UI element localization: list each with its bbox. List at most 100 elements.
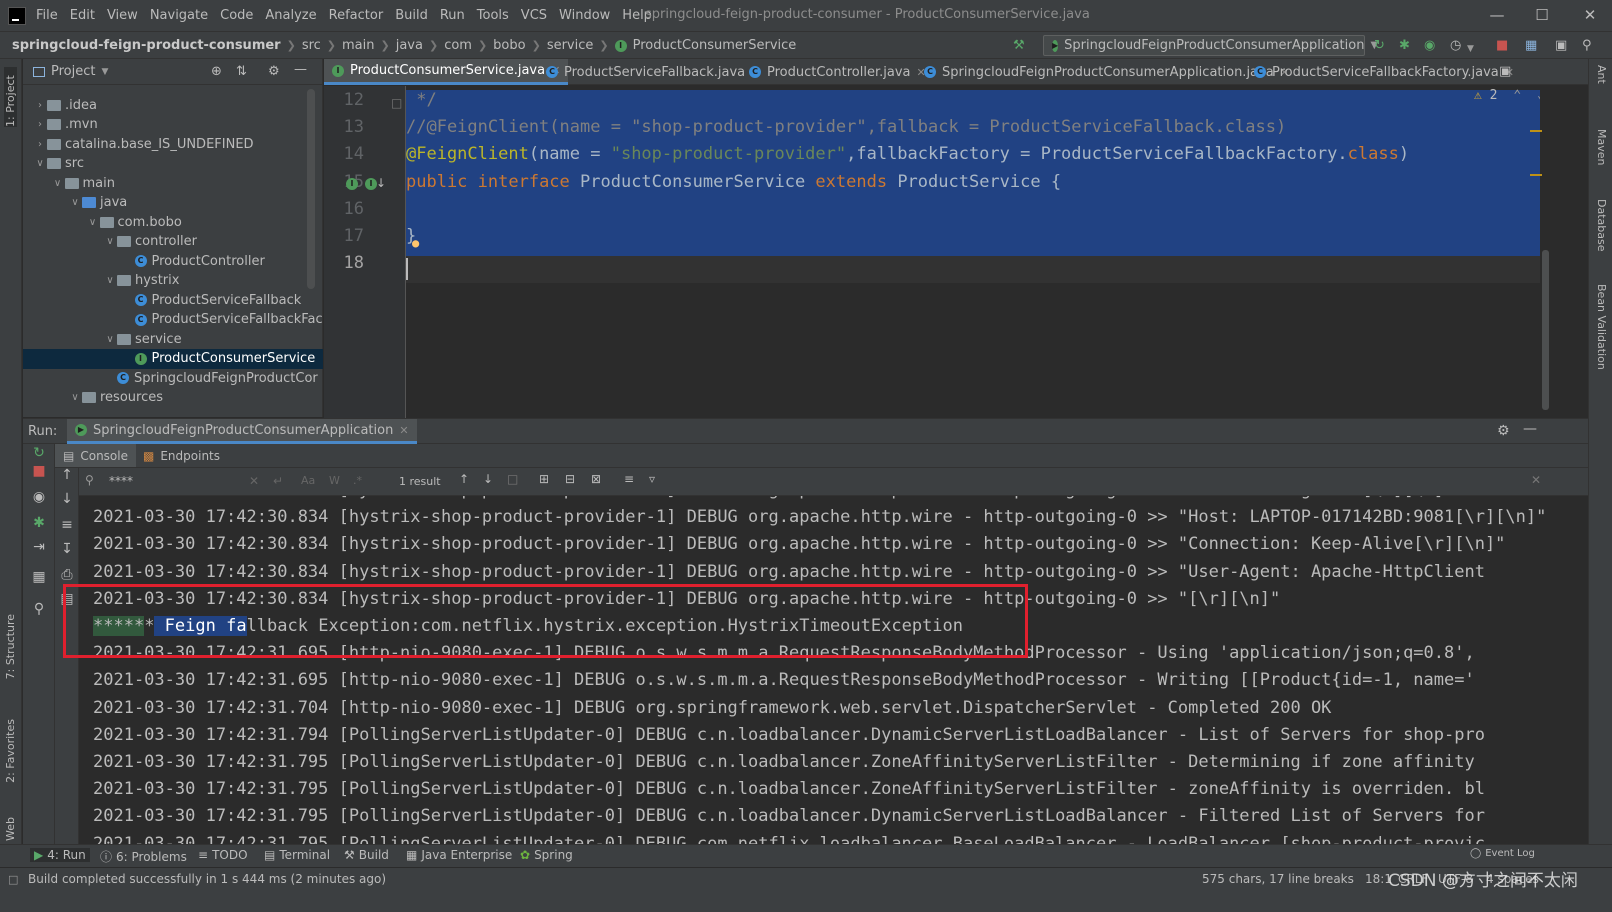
chevron-down-icon[interactable]: ∨ — [103, 334, 117, 345]
breadcrumb-file[interactable]: ProductConsumerService — [633, 38, 797, 53]
breadcrumb-service[interactable]: service — [547, 38, 594, 53]
maximize-icon[interactable]: ☐ — [1527, 4, 1557, 26]
tree-item[interactable]: › catalina.base_IS_UNDEFINED — [23, 134, 323, 154]
web-tool-button[interactable]: Web — [4, 817, 17, 841]
debug-icon[interactable]: ✱ — [1399, 39, 1410, 53]
layout-icon[interactable]: ▦ — [29, 568, 49, 586]
rerun-icon[interactable]: ↻ — [1374, 39, 1385, 53]
multiline-icon[interactable]: ≡ — [624, 472, 634, 486]
exit-icon[interactable]: ⇥ — [29, 538, 49, 556]
match-case-icon[interactable]: Aa — [301, 474, 315, 487]
menu-code[interactable]: Code — [220, 8, 253, 23]
status-toggle-icon[interactable]: □ — [8, 873, 18, 886]
status-message[interactable]: Build completed successfully in 1 s 444 … — [28, 872, 386, 886]
previous-occurrence-icon[interactable]: ↑ — [459, 472, 469, 486]
tree-item[interactable]: C ProductServiceFallback — [23, 290, 323, 310]
feign-interface-gutter-icon[interactable]: I — [346, 178, 358, 190]
breadcrumb-com[interactable]: com — [444, 38, 472, 53]
database-tool-button[interactable]: Database — [1595, 199, 1608, 252]
chevron-right-icon[interactable]: › — [33, 139, 47, 150]
editor-tab[interactable]: IProductConsumerService.java✕ — [324, 59, 569, 85]
coverage-icon[interactable]: ◉ — [1424, 39, 1435, 53]
editor-scrollbar[interactable] — [1540, 90, 1552, 416]
menu-refactor[interactable]: Refactor — [329, 8, 384, 23]
hide-panel-icon[interactable]: — — [294, 62, 307, 77]
menu-analyze[interactable]: Analyze — [265, 8, 316, 23]
editor-tab[interactable]: C ProductController.java ✕ — [741, 59, 934, 85]
chevron-down-icon[interactable]: ∨ — [33, 158, 47, 169]
endpoints-tab[interactable]: ▩ Endpoints — [137, 444, 226, 467]
menu-tools[interactable]: Tools — [477, 8, 509, 23]
console-output[interactable]: 2021-03-30 17:42:30.834 [hystrix-shop-pr… — [79, 496, 1588, 844]
print-icon[interactable]: ⎙ — [57, 566, 77, 584]
chevron-down-icon[interactable]: ∨ — [103, 236, 117, 247]
profile-icon[interactable]: ◷ — [1450, 39, 1461, 53]
whole-words-icon[interactable]: W — [329, 474, 340, 487]
breadcrumb-project[interactable]: springcloud-feign-product-consumer — [12, 38, 281, 53]
structure-tool-button[interactable]: 7: Structure — [4, 614, 17, 679]
ant-tool-button[interactable]: Ant — [1595, 65, 1608, 84]
error-stripe-mark[interactable] — [1530, 130, 1542, 132]
spring-tool-button[interactable]: ✿ Spring — [520, 848, 573, 862]
menu-view[interactable]: View — [107, 8, 138, 23]
menu-vcs[interactable]: VCS — [521, 8, 547, 23]
editor-tab[interactable]: C SpringcloudFeignProductConsumerApplicat… — [916, 59, 1297, 85]
pin-icon[interactable]: ⚲ — [29, 600, 49, 618]
fold-icon[interactable]: □ — [391, 96, 402, 110]
tree-item[interactable]: ∨ resources — [23, 388, 323, 408]
search-input[interactable]: **** — [109, 474, 133, 488]
chevron-down-icon[interactable]: ∨ — [51, 178, 65, 189]
problems-tool-button[interactable]: ⓘ 6: Problems — [100, 848, 187, 865]
chevron-down-icon[interactable]: ∨ — [86, 217, 100, 228]
select-all-icon[interactable]: □ — [507, 472, 518, 486]
camera-icon[interactable]: ◉ — [29, 488, 49, 506]
chevron-right-icon[interactable]: › — [33, 119, 47, 130]
chevron-up-icon[interactable]: ⌃ — [1513, 88, 1521, 103]
filter-icon[interactable]: ▿ — [649, 472, 655, 486]
run-configuration-select[interactable]: ▶ SpringcloudFeignProductConsumerApplica… — [1043, 35, 1378, 56]
menu-navigate[interactable]: Navigate — [150, 8, 208, 23]
more-run-chevron-icon[interactable]: ▼ — [1467, 42, 1474, 56]
terminal-tool-button[interactable]: ▤ Terminal — [264, 848, 330, 862]
stop-icon[interactable]: ■ — [1496, 39, 1508, 53]
scroll-down-icon[interactable]: ↓ — [57, 490, 77, 508]
menu-window[interactable]: Window — [559, 8, 610, 23]
editor-scroll-thumb[interactable] — [1542, 250, 1549, 410]
add-selection-icon[interactable]: ⊞ — [539, 472, 549, 486]
regex-icon[interactable]: .* — [353, 474, 362, 487]
editor-tab[interactable]: CProductServiceFallback.java✕ — [538, 59, 768, 85]
tree-scrollbar[interactable] — [307, 89, 315, 289]
hide-panel-icon[interactable]: — — [1523, 421, 1537, 437]
run-tool-button[interactable]: ▶ 4: Run — [30, 848, 90, 862]
tree-item[interactable]: C ProductServiceFallbackFac — [23, 310, 323, 330]
inspection-widget[interactable]: ⚠ 2 ⌃ ⌄ — [1474, 88, 1545, 103]
remove-selection-icon[interactable]: ⊟ — [565, 472, 575, 486]
chevron-down-icon[interactable]: ▼ — [101, 67, 108, 77]
layout-icon[interactable]: ▣ — [1555, 39, 1567, 53]
clear-search-icon[interactable]: ✕ — [249, 474, 259, 488]
menu-file[interactable]: File — [36, 8, 58, 23]
tree-item[interactable]: ∨ src — [23, 154, 323, 174]
code-editor[interactable]: */ //@FeignClient(name = "shop-product-pr… — [406, 86, 1588, 418]
breadcrumb-src[interactable]: src — [302, 38, 321, 53]
rerun-icon[interactable]: ↻ — [29, 444, 49, 462]
breadcrumb-java[interactable]: java — [396, 38, 423, 53]
close-search-icon[interactable]: ✕ — [1531, 473, 1541, 487]
close-tab-icon[interactable]: ✕ — [399, 424, 408, 437]
breadcrumb-main[interactable]: main — [342, 38, 374, 53]
java-enterprise-tool-button[interactable]: ▦ Java Enterprise — [406, 848, 512, 862]
project-panel-title[interactable]: Project — [51, 64, 95, 79]
tree-item[interactable]: C SpringcloudFeignProductCor — [23, 368, 323, 388]
lightbulb-icon[interactable]: ● — [412, 236, 419, 250]
tree-item[interactable]: › .mvn — [23, 115, 323, 135]
chevron-right-icon[interactable]: › — [33, 100, 47, 111]
editor-tab[interactable]: C ProductServiceFallbackFactory.java ✕ — [1246, 59, 1522, 85]
stop-icon[interactable]: ■ — [29, 462, 49, 480]
favorites-tool-button[interactable]: 2: Favorites — [4, 719, 17, 783]
debug-icon[interactable]: ✱ — [29, 514, 49, 532]
build-tool-button[interactable]: ⚒ Build — [344, 848, 389, 862]
chevron-down-icon[interactable]: ∨ — [68, 197, 82, 208]
menu-run[interactable]: Run — [440, 8, 465, 23]
next-occurrence-icon[interactable]: ↓ — [483, 472, 493, 486]
menu-edit[interactable]: Edit — [70, 8, 95, 23]
